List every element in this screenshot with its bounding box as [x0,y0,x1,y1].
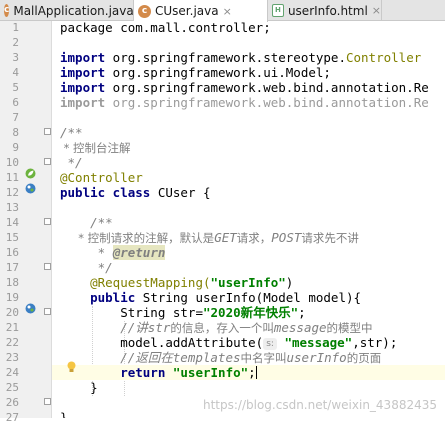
tab-label: CUser.java [155,4,219,18]
line-number: 12 [5,186,19,199]
parameter-hint: s: [263,338,277,350]
code-line-current: return "userInfo"; [52,365,445,380]
line-number: 3 [12,51,19,64]
line-number: 17 [5,261,19,274]
java-class-icon: c [4,4,10,17]
code-line: import org.springframework.stereotype.Co… [60,50,422,65]
line-number: 16 [5,246,19,259]
code-line: import org.springframework.web.bind.anno… [60,95,429,110]
fold-marker[interactable] [44,218,51,225]
code-line: String str="2020新年快乐"; [60,305,306,320]
text-cursor [255,366,257,379]
tab-label: MallApplication.java [13,3,134,18]
line-number: 5 [12,81,19,94]
fold-marker[interactable] [44,158,51,165]
line-number: 11 [5,171,19,184]
code-line: */ [60,155,83,170]
line-number: 21 [5,321,19,334]
code-line: import org.springframework.ui.Model; [60,65,331,80]
code-line: */ [60,260,113,275]
line-number: 15 [5,231,19,244]
fold-marker[interactable] [44,308,51,315]
code-line: /** [60,215,113,230]
line-number: 14 [5,216,19,229]
java-class-icon: c [138,4,151,18]
lightbulb-icon[interactable] [66,361,77,373]
tab-cuser[interactable]: c CUser.java × [134,0,268,22]
line-number: 1 [12,21,19,34]
line-number: 8 [12,126,19,139]
editor-tab-bar: c MallApplication.java × c CUser.java × … [0,0,445,22]
line-number: 19 [5,291,19,304]
line-number: 26 [5,396,19,409]
code-line: @Controller [60,170,143,185]
line-number: 10 [5,156,19,169]
fold-marker[interactable] [44,263,51,270]
line-number: 4 [12,66,19,79]
line-number: 2 [12,36,19,49]
code-editor[interactable]: package com.mall.controller; import org.… [52,21,445,418]
code-line: import org.springframework.web.bind.anno… [60,80,429,95]
line-number: 22 [5,336,19,349]
fold-marker[interactable] [44,398,51,405]
code-line: //讲str的信息，存入一个叫message的模型中 [60,320,373,335]
line-number: 23 [5,351,19,364]
class-hierarchy-icon[interactable] [25,183,36,194]
fold-marker[interactable] [44,128,51,135]
code-line: * 控制请求的注解，默认是GET请求，POST请求先不讲 [60,230,359,245]
line-number: 24 [5,366,19,379]
html-file-icon: H [272,4,284,17]
close-icon[interactable]: × [372,4,381,17]
line-number: 25 [5,381,19,394]
code-line: * 控制台注解 [60,141,131,155]
code-line: //返回在templates中名字叫userInfo的页面 [60,350,382,365]
code-line: /** [60,125,83,140]
code-line: @RequestMapping("userInfo") [60,275,294,290]
code-line: * @return [60,245,166,260]
code-line: model.addAttribute(s: "message",str); [60,335,398,350]
code-line: public String userInfo(Model model){ [60,290,362,305]
watermark: https://blog.csdn.net/weixin_43882435 [202,398,437,412]
editor-gutter: 1 2 3 4 5 6 7 8 9 10 11 12 13 14 15 16 1… [0,21,52,424]
request-mapping-icon[interactable] [25,303,36,314]
spring-bean-icon[interactable] [25,168,36,179]
line-number: 20 [5,306,19,319]
line-number: 13 [5,201,19,214]
line-number: 7 [12,111,19,124]
code-line: public class CUser { [60,185,211,200]
line-number: 6 [12,96,19,109]
line-number: 18 [5,276,19,289]
tab-label: userInfo.html [287,3,368,18]
close-icon[interactable]: × [223,5,232,18]
tab-userinfo-html[interactable]: H userInfo.html × [268,0,382,21]
tab-mallapplication[interactable]: c MallApplication.java × [0,0,147,21]
code-line: } [60,380,98,395]
code-line: package com.mall.controller; [60,21,271,35]
line-number: 9 [12,141,19,154]
